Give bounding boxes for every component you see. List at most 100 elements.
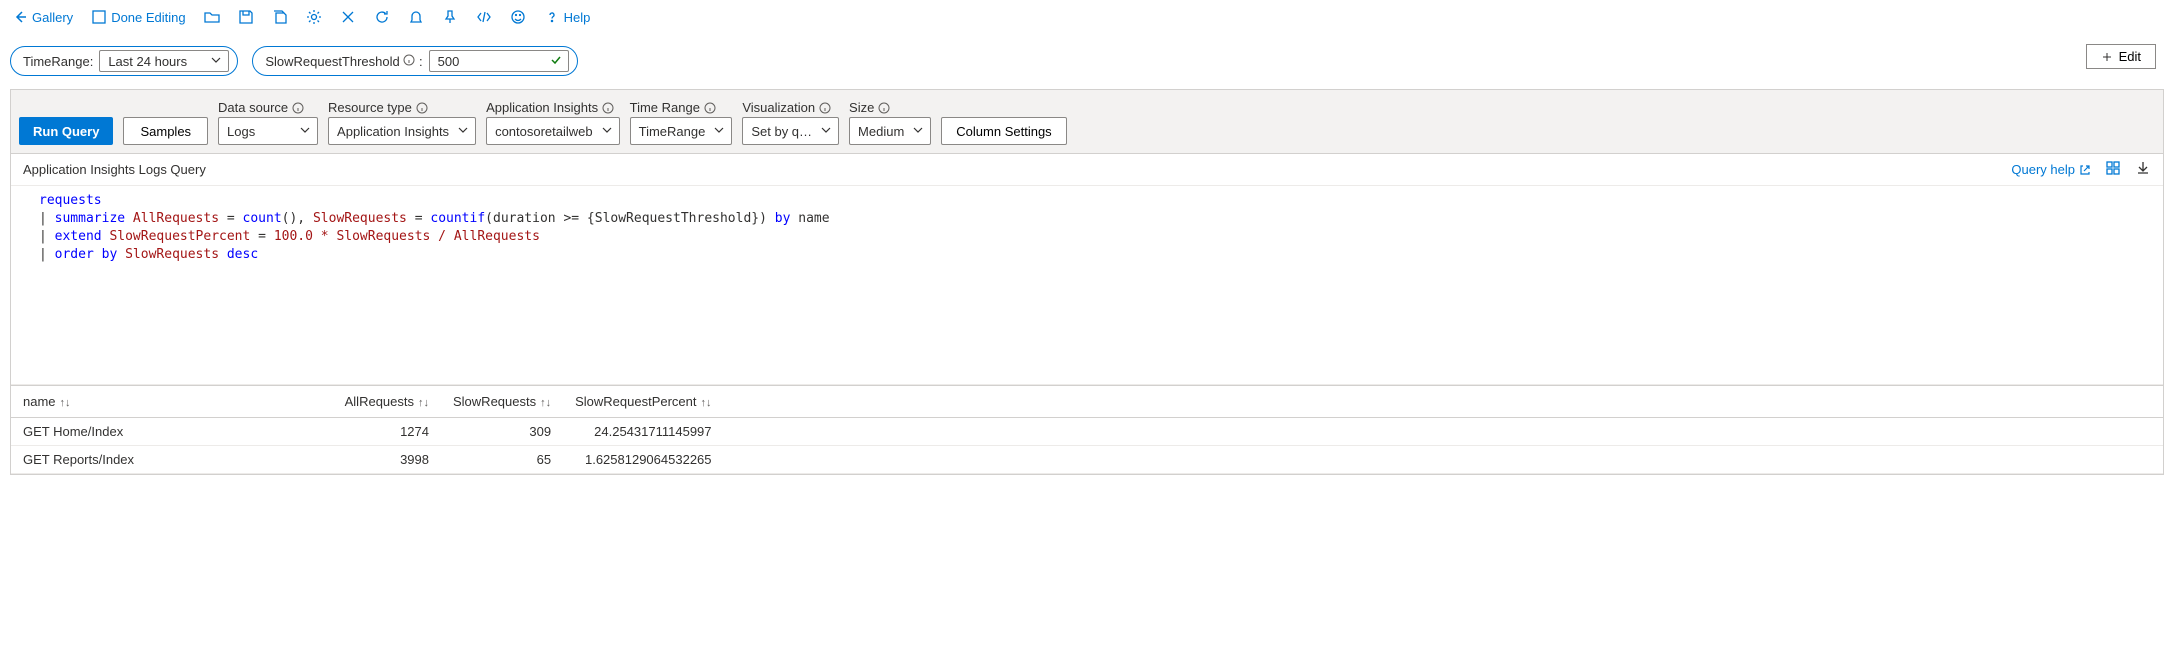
refresh-icon-button[interactable] [374,9,390,25]
size-label: Size [849,100,874,115]
table-row[interactable]: GET Home/Index 1274 309 24.2543171114599… [11,418,2163,446]
query-panel: Run Query Samples Data source Logs Resou… [10,89,2164,475]
appinsights-label: Application Insights [486,100,598,115]
datasource-field: Data source Logs [218,100,318,145]
timerange-value: Last 24 hours [108,54,187,69]
resourcetype-label: Resource type [328,100,412,115]
info-icon [878,102,890,114]
config-row: Run Query Samples Data source Logs Resou… [11,90,2163,154]
saveas-icon-button[interactable] [272,9,288,25]
save-copy-icon [272,9,288,25]
timerange-cfg-label: Time Range [630,100,700,115]
info-icon [416,102,428,114]
save-icon-button[interactable] [238,9,254,25]
sort-icon: ↑↓ [540,397,551,409]
timerange-select[interactable]: Last 24 hours [99,50,229,72]
col-slowpercent[interactable]: SlowRequestPercent↑↓ [563,386,723,418]
gallery-button[interactable]: Gallery [12,9,73,25]
col-slowrequests[interactable]: SlowRequests↑↓ [441,386,563,418]
arrow-left-icon [12,9,28,25]
cell-all: 1274 [331,418,441,446]
resourcetype-select[interactable]: Application Insights [328,117,476,145]
alert-icon-button[interactable] [408,9,424,25]
table-row[interactable]: GET Reports/Index 3998 65 1.625812906453… [11,446,2163,474]
check-icon [550,54,562,69]
info-icon [292,102,304,114]
query-help-link[interactable]: Query help [2011,162,2091,177]
appinsights-field: Application Insights contosoretailweb [486,100,620,145]
size-field: Size Medium [849,100,931,145]
chevron-down-icon [713,124,725,139]
query-editor[interactable]: requests | summarize AllRequests = count… [11,185,2163,385]
run-query-button[interactable]: Run Query [19,117,113,145]
close-icon [340,9,356,25]
slowthreshold-label: SlowRequestThreshold : [265,54,422,69]
open-icon-button[interactable] [204,9,220,25]
query-title: Application Insights Logs Query [23,162,206,177]
results-table: name↑↓ AllRequests↑↓ SlowRequests↑↓ Slow… [11,385,2163,474]
external-link-icon [2079,164,2091,176]
done-editing-button[interactable]: Done Editing [91,9,185,25]
folder-open-icon [204,9,220,25]
query-help-row: Query help [2011,160,2151,179]
visualization-label: Visualization [742,100,815,115]
edit-label: Edit [2119,49,2141,64]
slowthreshold-param[interactable]: SlowRequestThreshold : 500 [252,46,577,76]
cell-all: 3998 [331,446,441,474]
cell-name: GET Reports/Index [11,446,331,474]
samples-button[interactable]: Samples [123,117,208,145]
cell-pct: 1.6258129064532265 [563,446,723,474]
timerange-cfg-select[interactable]: TimeRange [630,117,733,145]
download-icon[interactable] [2135,160,2151,179]
chevron-down-icon [912,124,924,139]
cell-slow: 65 [441,446,563,474]
timerange-label: TimeRange: [23,54,93,69]
sort-icon: ↑↓ [60,397,71,409]
bell-icon [408,9,424,25]
edit-button[interactable]: Edit [2086,44,2156,69]
resourcetype-field: Resource type Application Insights [328,100,476,145]
info-icon [602,102,614,114]
sort-icon: ↑↓ [418,397,429,409]
size-select[interactable]: Medium [849,117,931,145]
gallery-label: Gallery [32,10,73,25]
col-allrequests[interactable]: AllRequests↑↓ [331,386,441,418]
datasource-select[interactable]: Logs [218,117,318,145]
visualization-select[interactable]: Set by q… [742,117,839,145]
help-label: Help [564,10,591,25]
save-stop-icon [91,9,107,25]
appinsights-select[interactable]: contosoretailweb [486,117,620,145]
cell-pct: 24.25431711145997 [563,418,723,446]
schema-icon[interactable] [2105,160,2121,179]
info-icon [704,102,716,114]
slowthreshold-input[interactable]: 500 [429,50,569,72]
settings-icon-button[interactable] [306,9,322,25]
chevron-down-icon [299,124,311,139]
edit-icon [2101,51,2113,63]
sort-icon: ↑↓ [701,397,712,409]
close-icon-button[interactable] [340,9,356,25]
feedback-icon-button[interactable] [510,9,526,25]
pin-icon [442,9,458,25]
column-settings-button[interactable]: Column Settings [941,117,1066,145]
chevron-down-icon [601,124,613,139]
code-icon-button[interactable] [476,9,492,25]
help-icon [544,9,560,25]
save-icon [238,9,254,25]
col-name[interactable]: name↑↓ [11,386,331,418]
top-toolbar: Gallery Done Editing Help [0,0,2174,34]
visualization-field: Visualization Set by q… [742,100,839,145]
cell-name: GET Home/Index [11,418,331,446]
pin-icon-button[interactable] [442,9,458,25]
done-editing-label: Done Editing [111,10,185,25]
query-header: Application Insights Logs Query Query he… [11,154,2163,185]
timerange-field: Time Range TimeRange [630,100,733,145]
table-header-row: name↑↓ AllRequests↑↓ SlowRequests↑↓ Slow… [11,386,2163,418]
help-button[interactable]: Help [544,9,591,25]
datasource-label: Data source [218,100,288,115]
chevron-down-icon [457,124,469,139]
slowthreshold-value: 500 [438,54,460,69]
smile-icon [510,9,526,25]
timerange-param[interactable]: TimeRange: Last 24 hours [10,46,238,76]
gear-icon [306,9,322,25]
